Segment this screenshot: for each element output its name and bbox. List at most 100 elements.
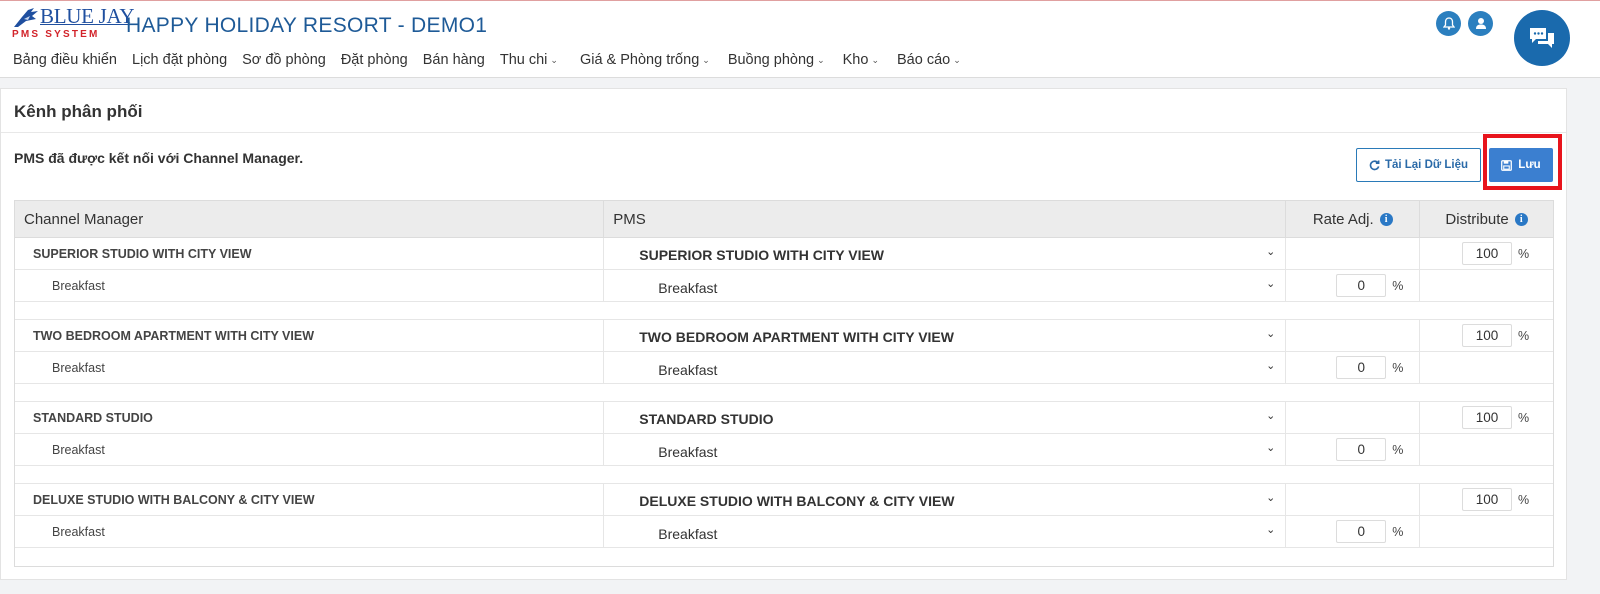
- pms-rate-select[interactable]: Breakfast ⌄: [613, 516, 1285, 547]
- nav-label: Sơ đồ phòng: [242, 52, 326, 68]
- pms-rate-select[interactable]: Breakfast ⌄: [613, 434, 1285, 465]
- chevron-down-icon: ⌄: [1266, 328, 1276, 340]
- distribute-cell: 100%: [1420, 320, 1553, 351]
- header-rate-adj: Rate Adj. i: [1286, 201, 1421, 237]
- select-value: TWO BEDROOM APARTMENT WITH CITY VIEW: [639, 329, 954, 345]
- chevron-down-icon: ⌄: [702, 54, 710, 65]
- percent-sign: %: [1392, 524, 1404, 539]
- pms-room-cell: STANDARD STUDIO ⌄: [604, 402, 1287, 433]
- cm-rate-name: Breakfast: [15, 434, 605, 465]
- cm-room-name: SUPERIOR STUDIO WITH CITY VIEW: [15, 238, 605, 269]
- cm-rate-name: Breakfast: [15, 352, 605, 383]
- rate-adj-empty-cell: [1286, 402, 1421, 433]
- chevron-down-icon: ⌄: [1266, 492, 1276, 504]
- blue-jay-logo[interactable]: BLUE JAY PMS SYSTEM: [12, 4, 135, 41]
- nav-label: Bán hàng: [422, 52, 485, 68]
- nav-item-reservation[interactable]: Đặt phòng: [341, 52, 408, 68]
- info-icon[interactable]: i: [1514, 212, 1528, 226]
- info-icon[interactable]: i: [1379, 212, 1393, 226]
- select-value: Breakfast: [658, 444, 718, 460]
- percent-sign: %: [1518, 246, 1530, 261]
- percent-sign: %: [1392, 442, 1404, 457]
- rate-row: Breakfast Breakfast ⌄ 0%: [15, 352, 1553, 384]
- group-spacer: [15, 302, 1553, 320]
- pms-room-cell: TWO BEDROOM APARTMENT WITH CITY VIEW ⌄: [604, 320, 1287, 351]
- chevron-down-icon: ⌄: [1266, 524, 1276, 536]
- distribute-input[interactable]: 100: [1462, 488, 1513, 511]
- distribute-empty-cell: [1420, 270, 1553, 301]
- page-title: Kênh phân phối: [14, 102, 143, 121]
- nav-item-reports[interactable]: Báo cáo ⌄: [897, 52, 961, 68]
- save-button[interactable]: Lưu: [1489, 148, 1553, 182]
- pms-rate-select[interactable]: Breakfast ⌄: [613, 270, 1285, 301]
- rate-adj-input[interactable]: 0: [1336, 438, 1387, 461]
- chevron-down-icon: ⌄: [1266, 410, 1276, 422]
- header-pms: PMS: [604, 201, 1287, 237]
- user-icon[interactable]: [1468, 11, 1493, 36]
- reload-label: Tải Lại Dữ Liệu: [1384, 159, 1469, 171]
- nav-item-dashboard[interactable]: Bảng điều khiển: [13, 52, 117, 68]
- chevron-down-icon: ⌄: [1266, 360, 1276, 372]
- cm-room-name: TWO BEDROOM APARTMENT WITH CITY VIEW: [15, 320, 605, 351]
- rate-adj-cell: 0%: [1286, 434, 1421, 465]
- pms-room-select[interactable]: TWO BEDROOM APARTMENT WITH CITY VIEW ⌄: [613, 320, 1285, 351]
- percent-sign: %: [1518, 328, 1530, 343]
- pms-room-select[interactable]: SUPERIOR STUDIO WITH CITY VIEW ⌄: [613, 238, 1285, 269]
- refresh-icon: [1369, 159, 1380, 170]
- pms-room-select[interactable]: STANDARD STUDIO ⌄: [613, 402, 1285, 433]
- nav-item-room-map[interactable]: Sơ đồ phòng: [242, 52, 326, 68]
- percent-sign: %: [1392, 278, 1404, 293]
- nav-item-rates-availability[interactable]: Giá & Phòng trống ⌄: [580, 52, 710, 68]
- nav-item-inventory[interactable]: Kho ⌄: [843, 52, 879, 68]
- pms-room-cell: SUPERIOR STUDIO WITH CITY VIEW ⌄: [604, 238, 1287, 269]
- nav-label: Kho: [842, 52, 869, 68]
- nav-label: Thu chi: [499, 52, 548, 68]
- divider: [1, 132, 1566, 133]
- chevron-down-icon: ⌄: [871, 54, 879, 65]
- chevron-down-icon: ⌄: [550, 54, 558, 65]
- rate-adj-input[interactable]: 0: [1336, 274, 1387, 297]
- chevron-down-icon: ⌄: [1266, 442, 1276, 454]
- connection-status-text: PMS đã được kết nối với Channel Manager.: [14, 150, 304, 166]
- percent-sign: %: [1392, 360, 1404, 375]
- chevron-down-icon: ⌄: [953, 54, 961, 65]
- header-channel-manager: Channel Manager: [15, 201, 605, 237]
- nav-item-sales[interactable]: Bán hàng: [423, 52, 485, 68]
- nav-label: Giá & Phòng trống: [579, 52, 700, 68]
- nav-item-booking-calendar[interactable]: Lịch đặt phòng: [132, 52, 227, 68]
- group-spacer: [15, 384, 1553, 402]
- reload-data-button[interactable]: Tải Lại Dữ Liệu: [1356, 148, 1481, 182]
- rate-row: Breakfast Breakfast ⌄ 0%: [15, 270, 1553, 302]
- channel-mapping-table: Channel Manager PMS Rate Adj. i Distribut…: [14, 200, 1554, 567]
- logo-wordmark: BLUE JAY: [40, 4, 135, 28]
- bell-icon[interactable]: [1436, 11, 1461, 36]
- pms-rate-cell: Breakfast ⌄: [604, 352, 1287, 383]
- nav-item-housekeeping[interactable]: Buồng phòng ⌄: [728, 52, 825, 68]
- select-value: Breakfast: [658, 526, 718, 542]
- property-title: HAPPY HOLIDAY RESORT - DEMO1: [126, 14, 488, 37]
- logo-subtitle: PMS SYSTEM: [12, 29, 100, 40]
- distribute-empty-cell: [1420, 516, 1553, 547]
- pms-rate-select[interactable]: Breakfast ⌄: [613, 352, 1285, 383]
- nav-label: Bảng điều khiển: [13, 52, 117, 68]
- pms-room-select[interactable]: DELUXE STUDIO WITH BALCONY & CITY VIEW ⌄: [613, 484, 1285, 515]
- select-value: STANDARD STUDIO: [639, 411, 774, 427]
- rate-adj-input[interactable]: 0: [1336, 520, 1387, 543]
- blue-jay-bird-icon: [14, 8, 38, 27]
- pms-rate-cell: Breakfast ⌄: [604, 516, 1287, 547]
- chat-icon[interactable]: [1514, 10, 1570, 66]
- select-value: Breakfast: [658, 362, 718, 378]
- distribute-input[interactable]: 100: [1462, 242, 1513, 265]
- select-value: DELUXE STUDIO WITH BALCONY & CITY VIEW: [639, 493, 955, 509]
- distribute-input[interactable]: 100: [1462, 324, 1513, 347]
- header-distribute: Distribute i: [1420, 201, 1553, 237]
- chevron-down-icon: ⌄: [817, 54, 825, 65]
- channel-distribution-panel: Kênh phân phối PMS đã được kết nối với C…: [0, 88, 1567, 580]
- save-label: Lưu: [1518, 159, 1541, 171]
- percent-sign: %: [1518, 492, 1530, 507]
- nav-item-income-expense[interactable]: Thu chi ⌄: [500, 52, 558, 68]
- rate-adj-input[interactable]: 0: [1336, 356, 1387, 379]
- distribute-input[interactable]: 100: [1462, 406, 1513, 429]
- app-header: BLUE JAY PMS SYSTEM HAPPY HOLIDAY RESORT…: [0, 1, 1600, 78]
